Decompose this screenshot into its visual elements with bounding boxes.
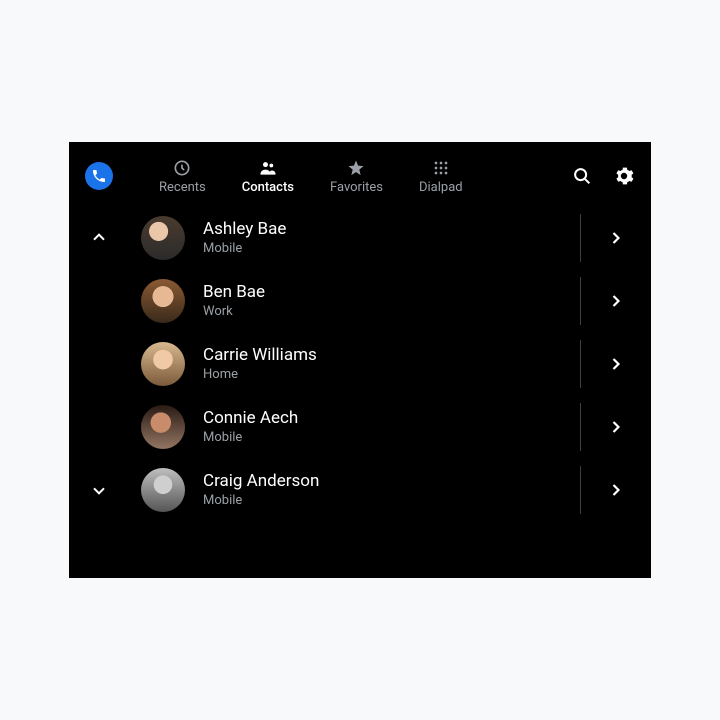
topbar: Recents Contacts Favorites Dialpad xyxy=(69,142,651,200)
contact-list: Ashley Bae Mobile Ben Bae Work Carrie Willia… xyxy=(69,200,651,521)
tab-recents[interactable]: Recents xyxy=(159,158,206,195)
contact-detail-button[interactable] xyxy=(581,354,651,374)
phone-app-icon[interactable] xyxy=(85,162,113,190)
contact-subtitle: Mobile xyxy=(203,430,570,445)
contact-detail-button[interactable] xyxy=(581,291,651,311)
contact-detail-button[interactable] xyxy=(581,480,651,500)
tab-favorites[interactable]: Favorites xyxy=(330,158,383,195)
top-actions xyxy=(571,165,635,187)
tab-contacts[interactable]: Contacts xyxy=(242,158,294,195)
gear-icon[interactable] xyxy=(613,165,635,187)
contact-name: Carrie Williams xyxy=(203,345,570,365)
search-icon[interactable] xyxy=(571,165,593,187)
contact-name: Craig Anderson xyxy=(203,471,570,491)
contact-subtitle: Work xyxy=(203,304,570,319)
scroll-down-button[interactable] xyxy=(87,480,111,500)
contact-info: Craig Anderson Mobile xyxy=(203,471,580,508)
contact-info: Carrie Williams Home xyxy=(203,345,580,382)
contact-subtitle: Home xyxy=(203,367,570,382)
chevron-right-icon xyxy=(606,228,626,248)
avatar xyxy=(141,216,185,260)
avatar xyxy=(141,342,185,386)
contact-name: Ben Bae xyxy=(203,282,570,302)
chevron-right-icon xyxy=(606,354,626,374)
contact-subtitle: Mobile xyxy=(203,493,570,508)
tab-bar: Recents Contacts Favorites Dialpad xyxy=(159,158,463,195)
avatar xyxy=(141,405,185,449)
contact-name: Ashley Bae xyxy=(203,219,570,239)
contact-detail-button[interactable] xyxy=(581,228,651,248)
contact-row[interactable]: Ben Bae Work xyxy=(69,269,651,332)
star-icon xyxy=(346,158,366,178)
avatar xyxy=(141,468,185,512)
chevron-up-icon xyxy=(89,228,109,248)
chevron-right-icon xyxy=(606,291,626,311)
contact-subtitle: Mobile xyxy=(203,241,570,256)
tab-dialpad[interactable]: Dialpad xyxy=(419,158,463,195)
contact-row[interactable]: Craig Anderson Mobile xyxy=(69,458,651,521)
contact-row[interactable]: Ashley Bae Mobile xyxy=(69,206,651,269)
contact-row[interactable]: Connie Aech Mobile xyxy=(69,395,651,458)
people-icon xyxy=(258,158,278,178)
contact-detail-button[interactable] xyxy=(581,417,651,437)
phone-app-window: Recents Contacts Favorites Dialpad xyxy=(69,142,651,578)
scroll-up-button[interactable] xyxy=(87,228,111,248)
contact-name: Connie Aech xyxy=(203,408,570,428)
contact-info: Connie Aech Mobile xyxy=(203,408,580,445)
tab-label: Recents xyxy=(159,180,206,195)
tab-label: Contacts xyxy=(242,180,294,195)
tab-label: Favorites xyxy=(330,180,383,195)
dialpad-icon xyxy=(431,158,451,178)
chevron-right-icon xyxy=(606,417,626,437)
contact-row[interactable]: Carrie Williams Home xyxy=(69,332,651,395)
tab-label: Dialpad xyxy=(419,180,463,195)
chevron-right-icon xyxy=(606,480,626,500)
avatar xyxy=(141,279,185,323)
contact-info: Ashley Bae Mobile xyxy=(203,219,580,256)
clock-icon xyxy=(172,158,192,178)
contact-info: Ben Bae Work xyxy=(203,282,580,319)
chevron-down-icon xyxy=(89,480,109,500)
